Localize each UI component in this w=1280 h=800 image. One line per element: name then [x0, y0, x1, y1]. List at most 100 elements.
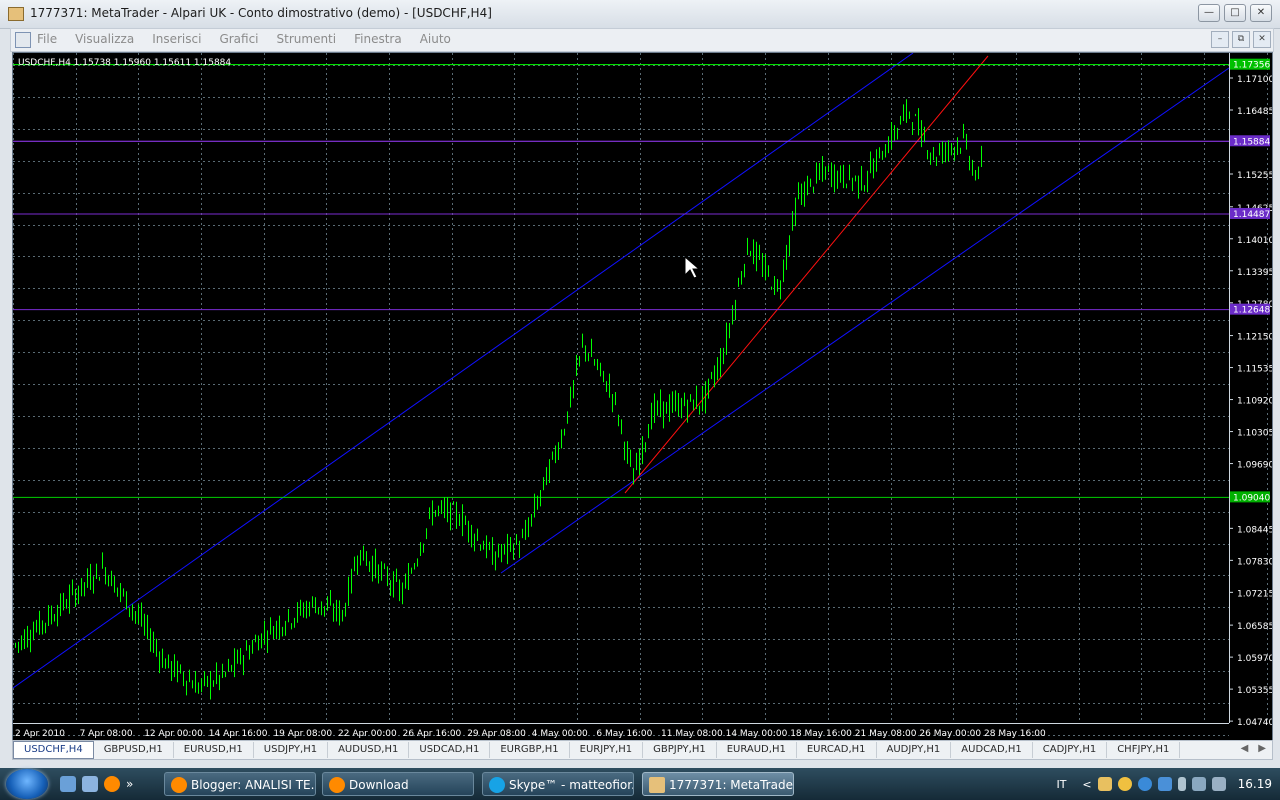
menu-aiuto[interactable]: Aiuto — [420, 32, 451, 46]
date-label: 4 May 00:00 — [532, 729, 588, 739]
mouse-cursor-icon — [684, 255, 701, 279]
level-price-label: 1.12648 — [1233, 306, 1270, 316]
menu-strumenti[interactable]: Strumenti — [277, 32, 337, 46]
taskbar-item-metatrader[interactable]: 1777371: MetaTrade... — [642, 772, 794, 796]
hand-icon[interactable] — [1097, 777, 1112, 791]
tab-audjpy-h1[interactable]: AUDJPY,H1 — [877, 742, 952, 758]
price-label: 1.07830 — [1237, 557, 1272, 567]
system-tray: IT < 16.19 — [1056, 768, 1280, 800]
date-label: 26 Apr 16:00 — [403, 729, 462, 739]
update-icon[interactable] — [1157, 777, 1172, 791]
date-label: 21 May 08:00 — [855, 729, 917, 739]
tab-scroll-left-icon[interactable]: ◀ — [1241, 743, 1249, 754]
price-label: 1.10305 — [1237, 429, 1272, 439]
language-indicator[interactable]: IT — [1056, 778, 1066, 791]
chart-header-label: USDCHF,H4 1.15738 1.15960 1.15611 1.1588… — [18, 58, 231, 68]
menu-inserisci[interactable]: Inserisci — [152, 32, 201, 46]
price-label: 1.14010 — [1237, 236, 1272, 246]
date-label: 14 May 00:00 — [726, 729, 788, 739]
maximize-button[interactable]: □ — [1224, 4, 1246, 22]
level-price-label: 1.15884 — [1233, 137, 1270, 147]
taskbar-item-blogger[interactable]: Blogger: ANALISI TE... — [164, 772, 316, 796]
tab-gbpusd-h1[interactable]: GBPUSD,H1 — [94, 742, 174, 758]
level-price-label: 1.17356 — [1233, 61, 1270, 71]
price-label: 1.11535 — [1237, 365, 1272, 375]
tab-euraud-h1[interactable]: EURAUD,H1 — [717, 742, 797, 758]
menu-finestra[interactable]: Finestra — [354, 32, 402, 46]
battery-icon[interactable] — [1177, 777, 1186, 791]
date-label: 12 Apr 00:00 — [144, 729, 203, 739]
price-label: 1.05355 — [1237, 686, 1272, 696]
date-label: 19 Apr 08:00 — [273, 729, 332, 739]
price-label: 1.17100 — [1237, 75, 1272, 85]
price-chart[interactable]: 1.171001.164851.152551.146251.140101.133… — [12, 52, 1273, 741]
chart-restore-button[interactable]: ⧉ — [1232, 31, 1250, 48]
network-icon[interactable] — [1191, 777, 1206, 791]
level-price-label: 1.14487 — [1233, 210, 1270, 220]
date-label: 7 Apr 08:00 — [80, 729, 133, 739]
tab-gbpjpy-h1[interactable]: GBPJPY,H1 — [643, 742, 717, 758]
chart-minimize-button[interactable]: – — [1211, 31, 1229, 48]
price-label: 1.06585 — [1237, 622, 1272, 632]
menu-grafici[interactable]: Grafici — [219, 32, 258, 46]
minimize-button[interactable]: — — [1198, 4, 1220, 22]
messenger-icon[interactable] — [1117, 777, 1132, 791]
price-label: 1.16485 — [1237, 107, 1272, 117]
date-label: 2 Apr 2010 — [15, 729, 65, 739]
symbol-tab-bar: USDCHF,H4 GBPUSD,H1 EURUSD,H1 USDJPY,H1 … — [12, 740, 1273, 760]
show-desktop-icon[interactable] — [60, 776, 76, 792]
chart-window-icon[interactable] — [15, 32, 31, 48]
tab-chfjpy-h1[interactable]: CHFJPY,H1 — [1107, 742, 1181, 758]
tab-audusd-h1[interactable]: AUDUSD,H1 — [328, 742, 410, 758]
volume-icon[interactable] — [1211, 777, 1226, 791]
tab-eurjpy-h1[interactable]: EURJPY,H1 — [570, 742, 644, 758]
price-label: 1.13395 — [1237, 268, 1272, 278]
date-label: 26 May 00:00 — [919, 729, 981, 739]
taskbar-item-skype[interactable]: Skype™ - matteofior... — [482, 772, 634, 796]
show-hidden-icons-icon[interactable]: < — [1082, 778, 1091, 791]
metatrader-icon — [649, 777, 665, 793]
title-bar: 1777371: MetaTrader - Alpari UK - Conto … — [0, 0, 1280, 29]
price-label: 1.12150 — [1237, 333, 1272, 343]
tab-eurcad-h1[interactable]: EURCAD,H1 — [797, 742, 877, 758]
taskbar-item-download[interactable]: Download — [322, 772, 474, 796]
close-button[interactable]: ✕ — [1250, 4, 1272, 22]
metatrader-app-icon — [8, 7, 24, 21]
skype-icon — [489, 777, 505, 793]
level-price-label: 1.09040 — [1233, 493, 1270, 503]
quick-launch-more-icon[interactable]: » — [126, 776, 133, 792]
menu-file[interactable]: File — [37, 32, 57, 46]
quick-launch: » — [60, 776, 133, 792]
price-label: 1.09690 — [1237, 461, 1272, 471]
chart-close-button[interactable]: ✕ — [1253, 31, 1271, 48]
date-label: 28 May 16:00 — [984, 729, 1046, 739]
tab-usdcad-h1[interactable]: USDCAD,H1 — [409, 742, 491, 758]
switch-windows-icon[interactable] — [82, 776, 98, 792]
tab-audcad-h1[interactable]: AUDCAD,H1 — [951, 742, 1033, 758]
firefox-icon[interactable] — [104, 776, 120, 792]
start-button[interactable] — [6, 769, 48, 799]
date-label: 14 Apr 16:00 — [209, 729, 268, 739]
date-label: 22 Apr 00:00 — [338, 729, 397, 739]
menu-visualizza[interactable]: Visualizza — [75, 32, 134, 46]
skype-tray-icon[interactable] — [1137, 777, 1152, 791]
clock[interactable]: 16.19 — [1238, 777, 1272, 791]
tab-scroll-right-icon[interactable]: ▶ — [1258, 743, 1266, 754]
price-label: 1.05970 — [1237, 654, 1272, 664]
tab-eurgbp-h1[interactable]: EURGBP,H1 — [490, 742, 570, 758]
price-label: 1.15255 — [1237, 171, 1272, 181]
tab-usdjpy-h1[interactable]: USDJPY,H1 — [254, 742, 329, 758]
date-label: 18 May 16:00 — [790, 729, 852, 739]
tab-usdchf-h4[interactable]: USDCHF,H4 — [13, 741, 94, 759]
price-label: 1.07215 — [1237, 589, 1272, 599]
firefox-icon — [329, 777, 345, 793]
taskbar: » Blogger: ANALISI TE... Download Skype™… — [0, 768, 1280, 800]
price-label: 1.04740 — [1237, 718, 1272, 728]
tab-eurusd-h1[interactable]: EURUSD,H1 — [174, 742, 254, 758]
firefox-icon — [171, 777, 187, 793]
date-label: 11 May 08:00 — [661, 729, 723, 739]
trend-line — [624, 55, 989, 494]
date-label: 29 Apr 08:00 — [467, 729, 526, 739]
chart-canvas[interactable]: 1.171001.164851.152551.146251.140101.133… — [13, 53, 1272, 740]
tab-cadjpy-h1[interactable]: CADJPY,H1 — [1033, 742, 1108, 758]
